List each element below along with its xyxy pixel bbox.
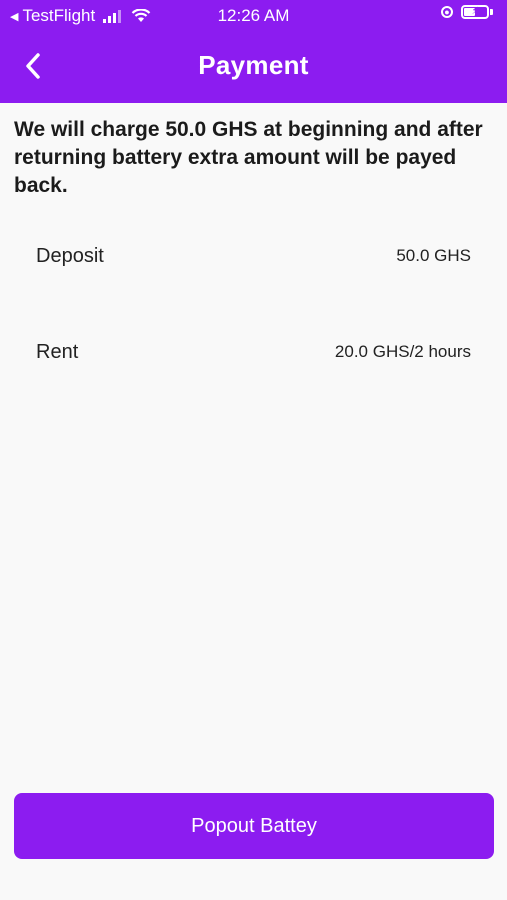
orientation-lock-icon: ● [441,6,453,18]
popout-battery-button[interactable]: Popout Battey [14,793,494,859]
charge-notice: We will charge 50.0 GHS at beginning and… [14,118,483,197]
deposit-value: 50.0 GHS [396,246,471,265]
status-time: 12:26 AM [217,6,290,25]
rent-row: Rent 20.0 GHS/2 hours [36,337,471,367]
deposit-row: Deposit 50.0 GHS [36,241,471,271]
status-right: ● ⚡ [441,5,493,19]
battery-icon: ⚡ [461,5,489,19]
charging-bolt-icon: ⚡ [471,6,479,17]
page-title: Payment [198,50,309,80]
rent-value: 20.0 GHS/2 hours [334,342,471,361]
rent-label: Rent [36,340,79,363]
deposit-label: Deposit [36,244,104,267]
status-bar: ◀ TestFlight 12:26 AM ● ⚡ [0,0,507,30]
app-header: ◀ TestFlight 12:26 AM ● ⚡ Payment [0,0,507,103]
